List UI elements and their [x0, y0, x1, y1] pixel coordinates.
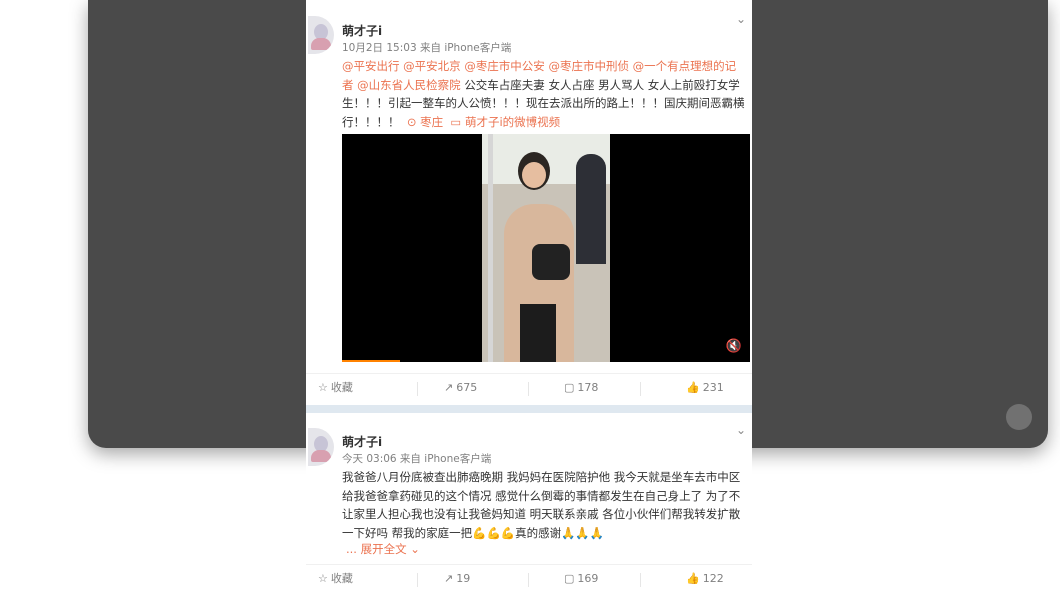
chevron-down-icon[interactable]: ⌄ — [736, 12, 746, 26]
video-icon: ▭ — [450, 114, 462, 129]
weibo-feed: 萌才子i 10月2日 15:03 来自 iPhone客户端 ⌄ @平安出行 @平… — [306, 0, 752, 596]
like-button[interactable]: 👍 122 — [686, 565, 724, 593]
avatar[interactable] — [308, 16, 334, 54]
repost-count: 19 — [456, 572, 471, 585]
expand-full-text-link[interactable]: ... 展开全文 ⌄ — [346, 541, 420, 557]
thumbs-up-icon: 👍 — [686, 572, 700, 585]
location-pin-icon: ⊙ — [406, 114, 417, 129]
like-count: 231 — [702, 381, 724, 394]
favorite-button[interactable]: ☆ 收藏 — [318, 374, 353, 402]
mention-link[interactable]: @枣庄市中刑侦 — [548, 59, 629, 73]
action-bar: ☆ 收藏 ↗ 19 ▢ 169 👍 122 — [306, 564, 752, 593]
comment-button[interactable]: ▢ 178 — [564, 374, 598, 402]
star-outline-icon: ☆ — [318, 381, 328, 394]
location-link[interactable]: ⊙ 枣庄 — [407, 115, 443, 129]
like-button[interactable]: 👍 231 — [686, 374, 724, 402]
video-link[interactable]: ▭ 萌才子i的微博视频 — [450, 115, 560, 129]
mention-link[interactable]: @平安北京 — [403, 59, 461, 73]
video-link-label: 萌才子i的微博视频 — [464, 114, 561, 129]
like-count: 122 — [702, 572, 724, 585]
repost-button[interactable]: ↗ 19 — [444, 565, 470, 593]
video-player[interactable]: 🔇 — [342, 134, 750, 362]
author-name[interactable]: 萌才子i — [342, 433, 382, 450]
avatar[interactable] — [308, 428, 334, 466]
comment-bubble-icon: ▢ — [564, 572, 575, 585]
star-outline-icon: ☆ — [318, 572, 328, 585]
post-card: 萌才子i 今天 03:06 来自 iPhone客户端 ⌄ 我爸爸八月份底被查出肺… — [306, 413, 752, 596]
favorite-button[interactable]: ☆ 收藏 — [318, 565, 353, 593]
mention-link[interactable]: @山东省人民检察院 — [357, 78, 461, 92]
chevron-down-icon[interactable]: ⌄ — [736, 423, 746, 437]
post-meta: 10月2日 15:03 来自 iPhone客户端 — [342, 42, 512, 54]
chevron-down-icon: ⌄ — [410, 542, 420, 556]
author-name[interactable]: 萌才子i — [342, 22, 382, 39]
video-progress-bar[interactable] — [342, 360, 400, 362]
expand-label: ... 展开全文 — [346, 542, 407, 556]
background-blob — [1006, 404, 1032, 430]
mention-link[interactable]: @枣庄市中公安 — [464, 59, 545, 73]
favorite-label: 收藏 — [330, 381, 353, 394]
share-arrow-icon: ↗ — [444, 572, 454, 585]
video-frame — [482, 134, 610, 362]
thumbs-up-icon: 👍 — [686, 381, 700, 394]
repost-count: 675 — [456, 381, 478, 394]
mute-icon[interactable]: 🔇 — [726, 339, 742, 354]
post-meta: 今天 03:06 来自 iPhone客户端 — [342, 453, 492, 465]
comment-count: 169 — [577, 572, 599, 585]
comment-button[interactable]: ▢ 169 — [564, 565, 598, 593]
post-separator — [306, 405, 752, 413]
share-arrow-icon: ↗ — [444, 381, 454, 394]
comment-count: 178 — [577, 381, 599, 394]
post-text: @平安出行 @平安北京 @枣庄市中公安 @枣庄市中刑侦 @一个有点理想的记者 @… — [342, 57, 746, 131]
action-bar: ☆ 收藏 ↗ 675 ▢ 178 👍 231 — [306, 373, 752, 402]
comment-bubble-icon: ▢ — [564, 381, 575, 394]
post-body: 我爸爸八月份底被查出肺癌晚期 我妈妈在医院陪护他 我今天就是坐车去市中区给我爸爸… — [342, 470, 741, 540]
favorite-label: 收藏 — [330, 572, 353, 585]
location-label: 枣庄 — [420, 114, 444, 129]
post-text: 我爸爸八月份底被查出肺癌晚期 我妈妈在医院陪护他 我今天就是坐车去市中区给我爸爸… — [342, 468, 746, 542]
repost-button[interactable]: ↗ 675 — [444, 374, 477, 402]
mention-link[interactable]: @平安出行 — [342, 59, 400, 73]
post-card: 萌才子i 10月2日 15:03 来自 iPhone客户端 ⌄ @平安出行 @平… — [306, 0, 752, 405]
